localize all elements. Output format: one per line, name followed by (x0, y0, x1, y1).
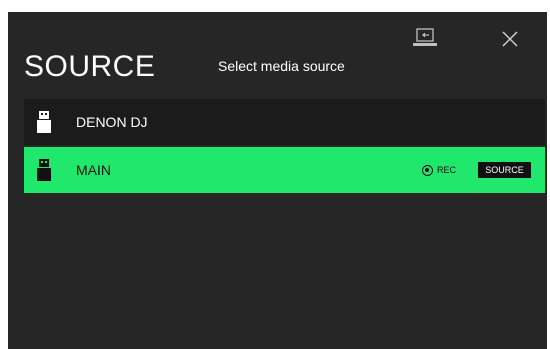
rec-label: REC (437, 164, 457, 175)
source-label: DENON DJ (76, 114, 148, 130)
source-row-main[interactable]: MAIN REC SOURCE (24, 147, 545, 193)
close-icon[interactable] (500, 29, 520, 49)
dialog-subtitle: Select media source (218, 58, 345, 74)
source-label: MAIN (76, 162, 111, 178)
source-button[interactable]: SOURCE (478, 162, 531, 178)
record-icon (422, 164, 433, 176)
source-row-denon-dj[interactable]: DENON DJ (24, 99, 545, 145)
usb-drive-icon (37, 111, 51, 133)
usb-drive-icon (37, 159, 51, 181)
computer-icon[interactable] (412, 28, 438, 50)
rec-toggle[interactable]: REC (422, 163, 456, 177)
source-dialog: SOURCE Select media source DENON DJ MAIN… (8, 12, 547, 349)
dialog-title: SOURCE (24, 50, 156, 83)
source-list: DENON DJ MAIN REC SOURCE (24, 99, 545, 195)
